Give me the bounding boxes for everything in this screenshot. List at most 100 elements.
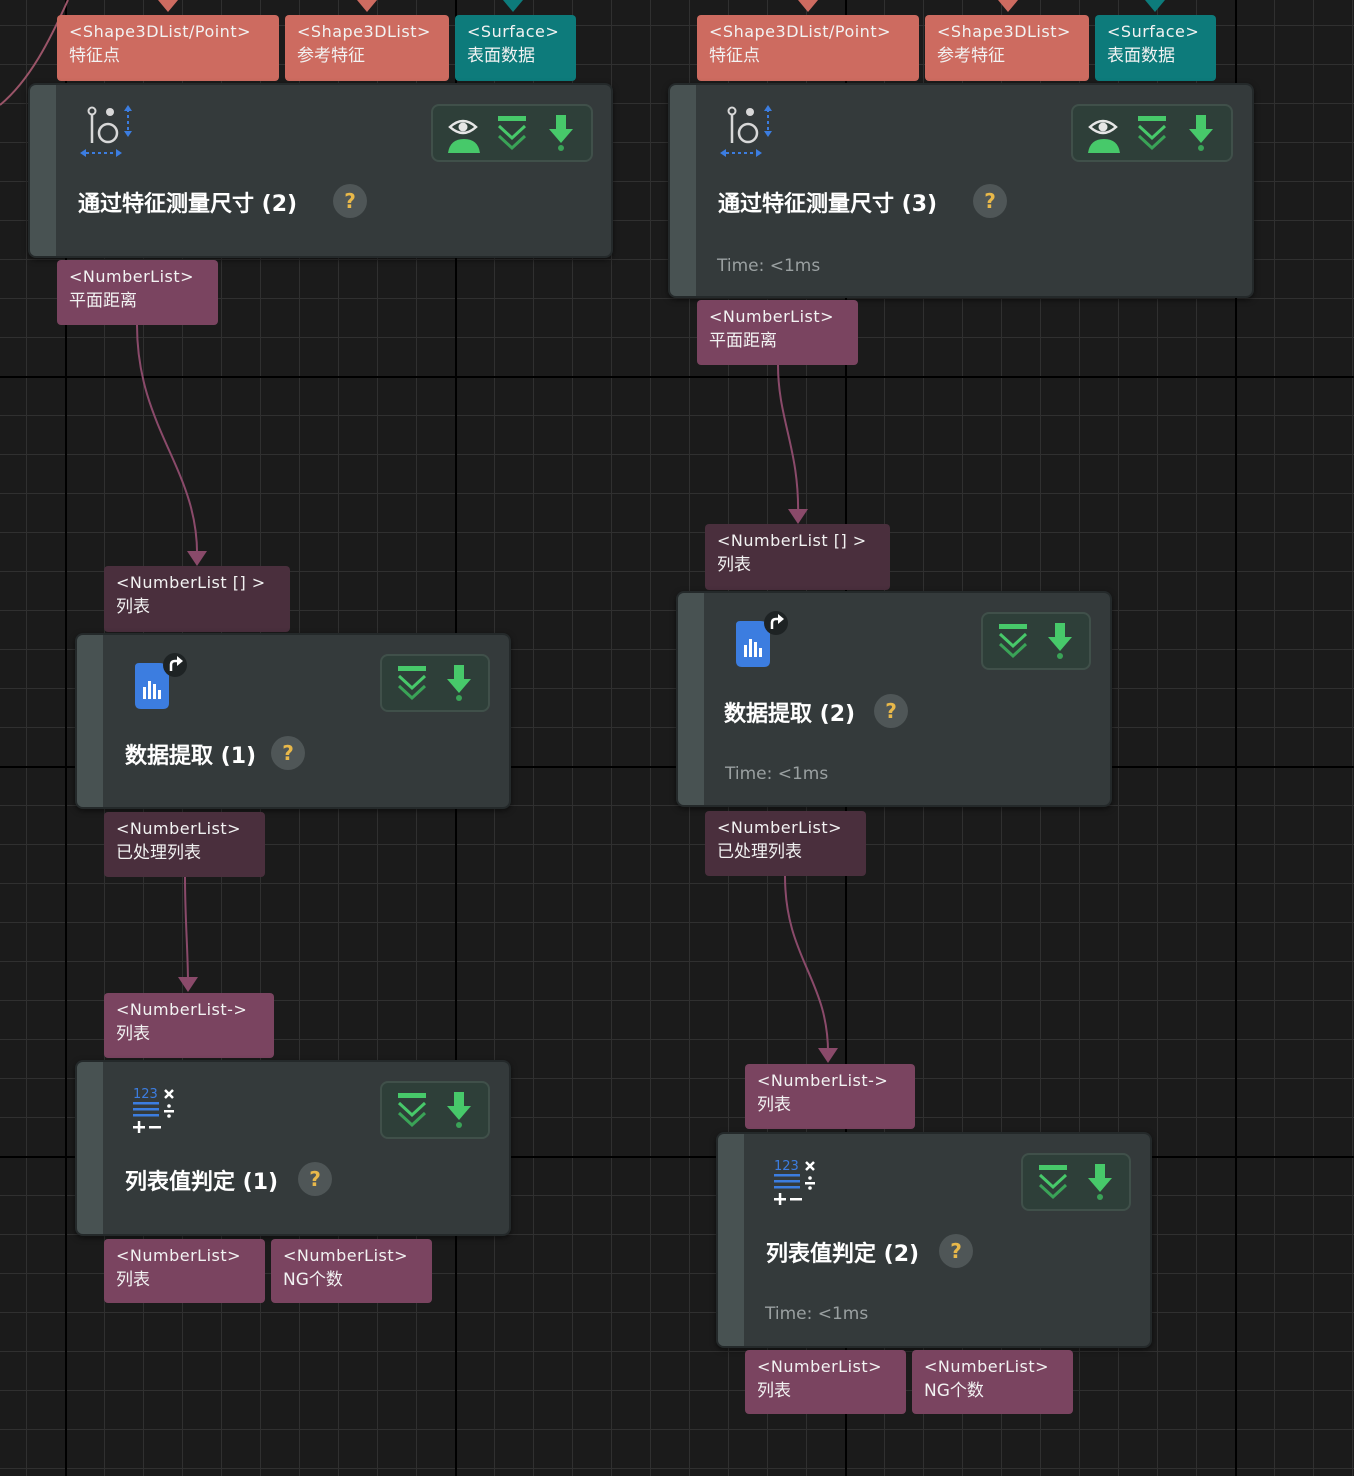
download-button[interactable] [1038, 619, 1082, 663]
port-label: 平面距离 [69, 291, 137, 311]
collapse-button[interactable] [991, 619, 1035, 663]
svg-text:123: 123 [133, 1087, 158, 1102]
port-type: <Shape3DList/Point> [69, 22, 251, 41]
download-button[interactable] [437, 661, 481, 705]
input-port-list[interactable]: <NumberList [] > 列表 [104, 566, 290, 632]
input-port-list[interactable]: <NumberList-> 列表 [104, 993, 274, 1058]
node-title: 列表值判定 (1) [125, 1170, 279, 1195]
port-label: 列表 [116, 1270, 150, 1290]
arrow-judge1 [178, 977, 198, 992]
input-port-list[interactable]: <NumberList [] > 列表 [705, 524, 890, 590]
node-measure-by-feature-3[interactable]: 通过特征测量尺寸 (3) ? Time: <1ms [668, 83, 1254, 298]
help-icon[interactable]: ? [973, 184, 1007, 218]
download-icon [446, 1092, 471, 1128]
output-port-processed-list[interactable]: <NumberList> 已处理列表 [705, 811, 866, 876]
run-time: Time: <1ms [725, 764, 829, 784]
port-label: NG个数 [283, 1270, 343, 1290]
download-button[interactable] [539, 111, 583, 155]
input-port-surface-data[interactable]: <Surface> 表面数据 [1095, 15, 1216, 81]
port-label: 特征点 [709, 46, 760, 66]
input-port-list[interactable]: <NumberList-> 列表 [745, 1064, 915, 1129]
arrow-extract2 [788, 509, 808, 524]
port-type: <NumberList> [116, 1246, 242, 1265]
output-port-ng-count[interactable]: <NumberList> NG个数 [912, 1350, 1073, 1414]
help-icon[interactable]: ? [874, 694, 908, 728]
node-toolbar [380, 1081, 490, 1139]
collapse-button[interactable] [390, 661, 434, 705]
input-port-feature-points[interactable]: <Shape3DList/Point> 特征点 [57, 15, 279, 81]
node-toolbar [1071, 104, 1233, 162]
wire-extract1-judge1 [184, 876, 189, 986]
collapse-button[interactable] [390, 1088, 434, 1132]
output-port-processed-list[interactable]: <NumberList> 已处理列表 [104, 812, 265, 877]
node-list-value-judge-1[interactable]: 123 列表值判定 (1) ? [75, 1060, 511, 1236]
node-data-extract-1[interactable]: 数据提取 (1) ? [75, 633, 511, 809]
output-port-list[interactable]: <NumberList> 列表 [745, 1350, 906, 1414]
measure-icon [80, 105, 132, 157]
port-label: 参考特征 [297, 46, 365, 66]
port-type: <NumberList> [116, 819, 242, 838]
arrow-judge2 [818, 1048, 838, 1063]
node-list-value-judge-2[interactable]: 123 列表值判定 (2) ? Time: <1ms [716, 1132, 1152, 1348]
input-port-feature-points[interactable]: <Shape3DList/Point> 特征点 [697, 15, 919, 81]
output-port-plane-distance[interactable]: <NumberList> 平面距离 [57, 260, 218, 325]
port-type: <NumberList-> [116, 1000, 248, 1019]
node-toolbar [981, 612, 1091, 670]
port-type: <NumberList> [709, 307, 835, 326]
input-port-reference-feature[interactable]: <Shape3DList> 参考特征 [925, 15, 1089, 81]
node-side-bar [77, 635, 103, 807]
collapse-icon [497, 116, 527, 151]
node-title: 通过特征测量尺寸 (2) [78, 192, 298, 217]
input-port-reference-feature[interactable]: <Shape3DList> 参考特征 [285, 15, 449, 81]
help-icon[interactable]: ? [271, 736, 305, 770]
download-icon [1188, 115, 1213, 151]
port-label: 已处理列表 [717, 842, 802, 862]
port-type: <NumberList [] > [717, 531, 867, 550]
data-extract-icon [135, 653, 187, 709]
port-type: <Shape3DList> [937, 22, 1071, 41]
arrow-in-3 [503, 0, 523, 12]
node-data-extract-2[interactable]: 数据提取 (2) ? Time: <1ms [676, 591, 1112, 807]
arrow-in-2 [357, 0, 377, 12]
eye-icon [1088, 119, 1121, 153]
help-icon[interactable]: ? [298, 1162, 332, 1196]
help-icon[interactable]: ? [939, 1234, 973, 1268]
input-port-surface-data[interactable]: <Surface> 表面数据 [455, 15, 576, 81]
visualize-button[interactable] [1081, 111, 1125, 155]
port-type: <Shape3DList> [297, 22, 431, 41]
output-port-plane-distance[interactable]: <NumberList> 平面距离 [697, 300, 858, 365]
svg-text:123: 123 [774, 1159, 799, 1174]
port-type: <NumberList> [924, 1357, 1050, 1376]
measure-icon [720, 105, 772, 157]
node-measure-by-feature-2[interactable]: 通过特征测量尺寸 (2) ? [28, 83, 613, 258]
node-side-bar [678, 593, 704, 805]
output-port-ng-count[interactable]: <NumberList> NG个数 [271, 1239, 432, 1303]
download-button[interactable] [1179, 111, 1223, 155]
arrow-in-6 [1145, 0, 1165, 12]
port-label: 特征点 [69, 46, 120, 66]
collapse-icon [397, 1093, 426, 1128]
collapse-button[interactable] [1031, 1160, 1075, 1204]
port-type: <NumberList> [717, 818, 843, 837]
help-icon[interactable]: ? [333, 184, 367, 218]
download-icon [446, 665, 471, 701]
node-toolbar [431, 104, 593, 162]
port-label: 表面数据 [467, 46, 535, 66]
node-title: 数据提取 (2) [724, 702, 856, 727]
download-button[interactable] [1078, 1160, 1122, 1204]
node-title: 列表值判定 (2) [766, 1242, 920, 1267]
port-label: 列表 [116, 1024, 150, 1044]
download-button[interactable] [437, 1088, 481, 1132]
arrow-in-1 [158, 0, 178, 12]
collapse-icon [1038, 1165, 1067, 1200]
port-type: <NumberList-> [757, 1071, 889, 1090]
port-label: 已处理列表 [116, 843, 201, 863]
arrow-in-5 [998, 0, 1018, 12]
visualize-button[interactable] [441, 111, 485, 155]
collapse-button[interactable] [1130, 111, 1174, 155]
output-port-list[interactable]: <NumberList> 列表 [104, 1239, 265, 1303]
collapse-button[interactable] [490, 111, 534, 155]
node-toolbar [1021, 1153, 1131, 1211]
arrow-in-4 [798, 0, 818, 12]
port-label: 列表 [757, 1095, 791, 1115]
